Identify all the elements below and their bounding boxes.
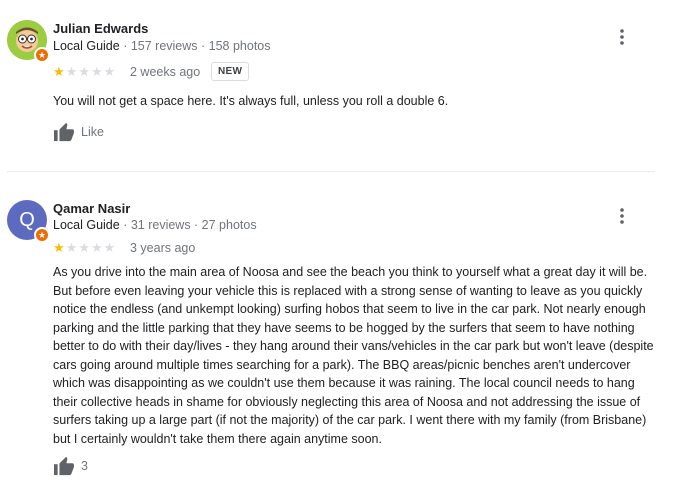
author-stats: Local Guide · 31 reviews · 27 photos bbox=[53, 218, 257, 232]
review-text: As you drive into the main area of Noosa… bbox=[53, 265, 654, 446]
star-icon: ★ bbox=[78, 240, 90, 255]
review-photo-counts: · 31 reviews · 27 photos bbox=[119, 218, 257, 232]
thumbs-up-icon bbox=[54, 456, 74, 476]
like-count: 3 bbox=[81, 459, 88, 473]
star-rating: ★ ★ ★ ★ ★ bbox=[53, 240, 115, 256]
local-guide-badge-icon: ★ bbox=[34, 227, 50, 243]
avatar[interactable]: Q ★ bbox=[7, 200, 50, 243]
local-guide-label: Local Guide bbox=[53, 218, 120, 232]
more-options-button[interactable] bbox=[613, 207, 631, 225]
review-card: Q ★ Qamar Nasir Local Guide · 31 reviews… bbox=[0, 0, 673, 490]
more-vert-icon bbox=[620, 208, 624, 224]
star-icon: ★ bbox=[65, 240, 78, 255]
author-name[interactable]: Qamar Nasir bbox=[53, 201, 130, 216]
star-icon: ★ bbox=[103, 240, 116, 255]
star-icon: ★ bbox=[90, 240, 103, 255]
star-icon: ★ bbox=[53, 240, 65, 255]
review-date: 3 years ago bbox=[130, 241, 196, 255]
like-button[interactable]: 3 bbox=[53, 456, 88, 476]
